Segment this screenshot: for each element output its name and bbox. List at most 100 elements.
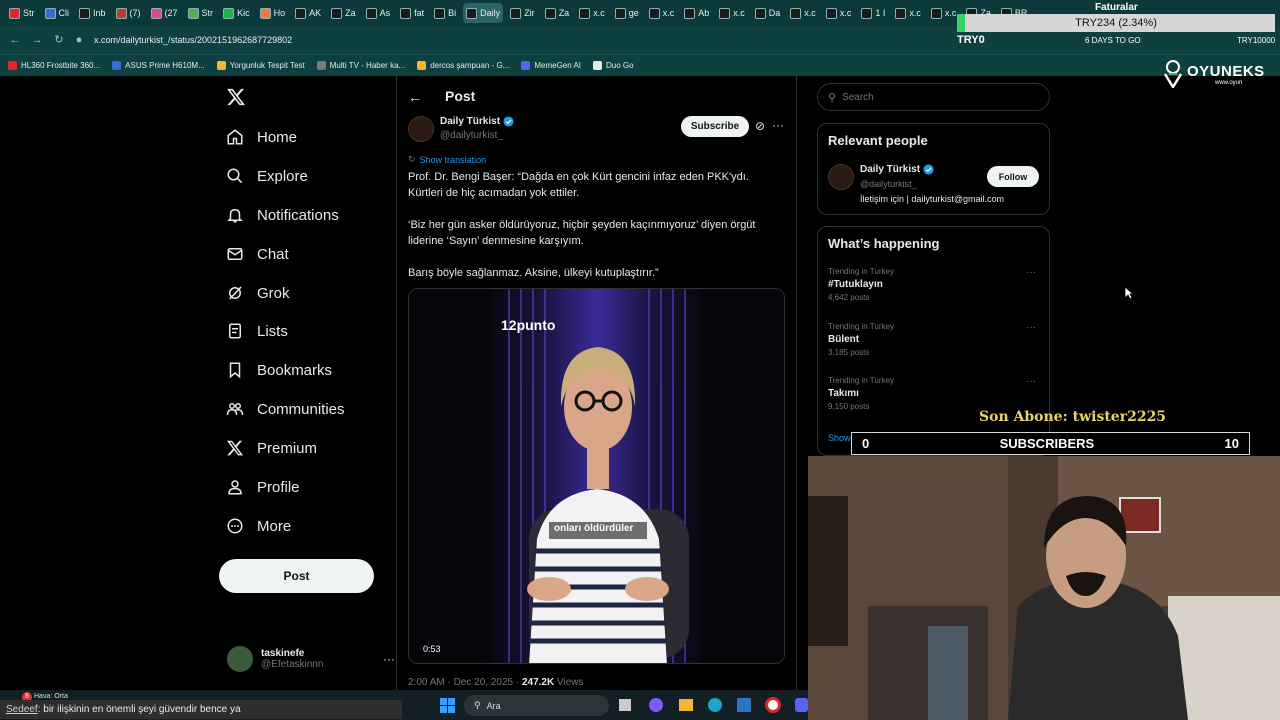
author-name[interactable]: Daily Türkist — [440, 116, 500, 127]
browser-tab[interactable]: Inb — [76, 3, 109, 23]
tab-label: (27 — [164, 8, 178, 18]
bookmark-item[interactable]: ASUS Prime H610M... — [112, 61, 205, 70]
browser-tab[interactable]: Daily — [463, 3, 504, 23]
bookmark-item[interactable]: MemeGen AI — [521, 61, 581, 70]
reload-icon[interactable]: ↻ — [52, 33, 66, 47]
nav-item-lists[interactable]: Lists — [226, 319, 288, 343]
show-translation-label[interactable]: Show translation — [420, 155, 487, 165]
site-info-icon[interactable]: ● — [74, 33, 84, 47]
browser-tab[interactable]: x.c — [823, 3, 855, 23]
tab-label: Inb — [93, 8, 106, 18]
browser-tab[interactable]: Za — [542, 3, 573, 23]
post-button[interactable]: Post — [219, 559, 374, 593]
tab-favicon-icon — [930, 7, 942, 19]
author-handle[interactable]: @dailyturkist_ — [440, 130, 503, 141]
trend-name: Bülent — [828, 334, 860, 345]
browser-tab[interactable]: Za — [328, 3, 359, 23]
bookmark-item[interactable]: Multi TV - Haber ka... — [316, 61, 405, 70]
subscribe-button[interactable]: Subscribe — [681, 116, 749, 137]
bookmark-item[interactable]: HL360 Frostbite 360... — [8, 61, 100, 70]
bookmark-item[interactable]: Yorgunluk Tespit Test — [216, 61, 305, 70]
trend-item[interactable]: Trending in Turkey #Tutuklayın 4,642 posts… — [828, 267, 1038, 302]
person-name-row[interactable]: Daily Türkist — [860, 164, 934, 175]
bookmark-favicon-icon — [112, 61, 122, 70]
trend-item[interactable]: Trending in Turkey Takımı 9,150 posts ··· — [828, 376, 1038, 411]
browser-tab[interactable]: Cli — [42, 3, 73, 23]
x-logo-icon[interactable] — [226, 87, 246, 107]
taskbar-search[interactable]: ⚲ Ara — [464, 695, 609, 716]
task-view-icon[interactable] — [619, 699, 631, 711]
browser-tab[interactable]: Str — [6, 3, 38, 23]
tab-favicon-icon — [434, 7, 446, 19]
trend-meta: Trending in Turkey — [828, 322, 894, 331]
video-player[interactable]: 12punto onları öldürdüler 0:53 — [408, 288, 785, 664]
browser-tab[interactable]: fat — [397, 3, 427, 23]
nav-item-communities[interactable]: Communities — [226, 397, 345, 421]
author-name-row[interactable]: Daily Türkist — [440, 116, 514, 127]
back-arrow-icon[interactable]: ← — [408, 89, 422, 105]
post-more-icon[interactable]: ··· — [772, 118, 784, 132]
browser-tab[interactable]: x.c — [928, 3, 960, 23]
nav-item-more[interactable]: More — [226, 514, 291, 538]
ticker-right: TRY10000 — [1237, 36, 1276, 45]
author-avatar[interactable] — [408, 116, 434, 142]
forward-icon[interactable]: → — [30, 33, 44, 47]
opera-icon[interactable] — [765, 697, 781, 713]
browser-tab[interactable]: x.c — [716, 3, 748, 23]
browser-tab[interactable]: (7) — [113, 3, 144, 23]
grok-explain-icon[interactable]: ⊘ — [755, 119, 765, 133]
browser-tab[interactable]: Ho — [257, 3, 289, 23]
account-switcher[interactable]: taskinefe @Efetaskinnn ··· — [227, 644, 395, 674]
browser-tab[interactable]: (27 — [148, 3, 181, 23]
browser-tab[interactable]: Bi — [431, 3, 459, 23]
browser-tab[interactable]: Ab — [681, 3, 712, 23]
edge-icon[interactable] — [708, 698, 722, 712]
browser-tab[interactable]: Zir — [507, 3, 538, 23]
post-text-line: Prof. Dr. Bengi Başer: “Dağda en çok Kür… — [408, 171, 749, 183]
discord-icon[interactable] — [795, 698, 808, 712]
bookmark-item[interactable]: Duo Go — [593, 61, 634, 70]
url-field[interactable]: x.com/dailyturkist_/status/2002151962687… — [94, 35, 292, 45]
search-input[interactable]: ⚲ Search — [817, 83, 1050, 111]
person-name[interactable]: Daily Türkist — [860, 164, 920, 175]
nav-item-premium[interactable]: Premium — [226, 436, 317, 460]
nav-item-notifications[interactable]: Notifications — [226, 203, 339, 227]
browser-tab[interactable]: x.c — [646, 3, 678, 23]
nav-item-grok[interactable]: Grok — [226, 281, 290, 305]
nav-item-profile[interactable]: Profile — [226, 475, 300, 499]
explore-icon — [227, 168, 243, 184]
nav-item-explore[interactable]: Explore — [226, 164, 308, 188]
nav-item-label: Communities — [257, 400, 345, 418]
browser-tab[interactable]: x.c — [787, 3, 819, 23]
bookmark-favicon-icon — [8, 61, 17, 70]
account-more-icon[interactable]: ··· — [383, 652, 395, 666]
back-icon[interactable]: ← — [8, 33, 22, 47]
copilot-icon[interactable] — [649, 698, 663, 712]
bookmark-item[interactable]: dercos şampuan - G... — [417, 61, 509, 70]
trend-more-icon[interactable]: ··· — [1026, 322, 1036, 333]
browser-tab[interactable]: x.c — [576, 3, 608, 23]
follow-button[interactable]: Follow — [987, 166, 1039, 187]
person-avatar[interactable] — [828, 164, 854, 190]
show-translation-link[interactable]: ↻ Show translation — [408, 154, 486, 165]
browser-tab[interactable]: Da — [752, 3, 784, 23]
browser-tab[interactable]: As — [363, 3, 394, 23]
post-views-label: Views — [554, 677, 584, 688]
browser-tab[interactable]: 1 I — [858, 3, 888, 23]
file-explorer-icon[interactable] — [679, 699, 693, 711]
browser-tab[interactable]: Str — [185, 3, 217, 23]
trend-item[interactable]: Trending in Turkey Bülent 3,185 posts ··· — [828, 322, 1038, 357]
trend-more-icon[interactable]: ··· — [1026, 267, 1036, 278]
nav-item-chat[interactable]: Chat — [226, 242, 289, 266]
nav-item-label: Chat — [257, 245, 289, 263]
browser-tab[interactable]: AK — [292, 3, 324, 23]
tab-favicon-icon — [9, 7, 20, 19]
nav-item-bookmarks[interactable]: Bookmarks — [226, 358, 332, 382]
browser-tab[interactable]: Kic — [220, 3, 253, 23]
windows-start-icon[interactable] — [440, 698, 455, 713]
browser-tab[interactable]: ge — [612, 3, 642, 23]
nav-item-home[interactable]: Home — [226, 125, 297, 149]
browser-tab[interactable]: x.c — [892, 3, 924, 23]
store-icon[interactable] — [737, 698, 751, 712]
trend-more-icon[interactable]: ··· — [1026, 376, 1036, 387]
